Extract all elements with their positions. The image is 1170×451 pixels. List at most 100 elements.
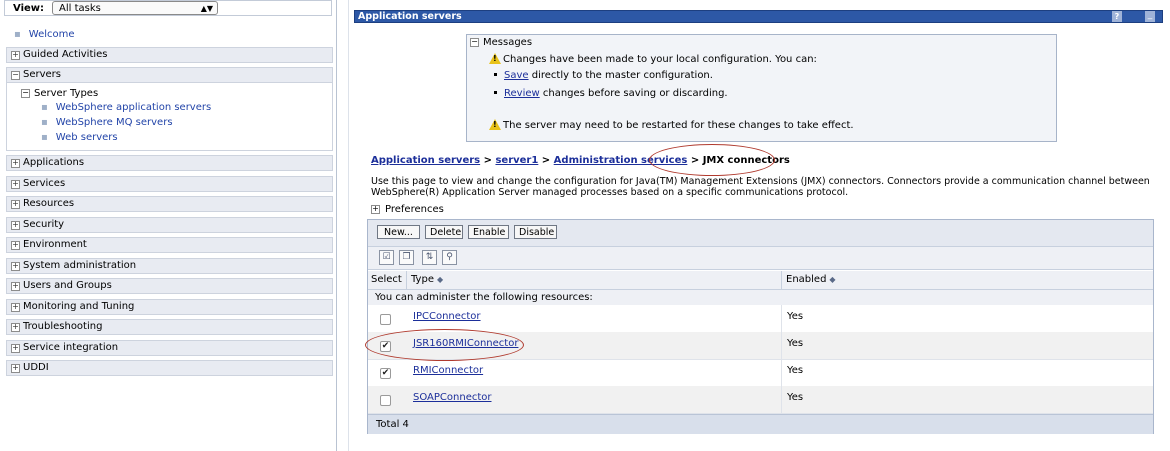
panel-title: Application servers [358, 11, 462, 22]
table-icon-bar: ☑ ❐ ⇅ ⚲ [368, 247, 1153, 270]
expand-icon[interactable]: + [11, 364, 20, 373]
annotation-oval [649, 144, 775, 176]
nav-item-troubleshooting[interactable]: + Troubleshooting [6, 319, 333, 335]
nav-item-label: Environment [23, 239, 87, 250]
nav-item-label: Guided Activities [23, 49, 108, 60]
expand-icon[interactable]: + [11, 200, 20, 209]
nav-item-label: Troubleshooting [23, 321, 103, 332]
show-filter-icon[interactable]: ⇅ [422, 250, 437, 265]
breadcrumb-application-servers[interactable]: Application servers [371, 155, 480, 166]
view-select[interactable]: All tasks ▲▼ [52, 1, 218, 15]
expand-icon[interactable]: + [11, 221, 20, 230]
nav-item-guided-activities[interactable]: + Guided Activities [6, 47, 333, 63]
page-description: Use this page to view and change the con… [371, 176, 1150, 198]
expand-icon[interactable]: + [371, 205, 380, 214]
expand-icon[interactable]: + [11, 241, 20, 250]
row-checkbox[interactable] [380, 395, 391, 406]
view-select-value: All tasks [59, 3, 101, 14]
review-link[interactable]: Review [504, 88, 540, 99]
collapse-icon[interactable]: − [11, 71, 20, 80]
nav-item-applications[interactable]: + Applications [6, 155, 333, 171]
collapse-icon[interactable]: − [21, 89, 30, 98]
nav-item-label: Monitoring and Tuning [23, 301, 135, 312]
message-restart: The server may need to be restarted for … [489, 119, 854, 131]
nav-link-web-servers[interactable]: ▪ Web servers [41, 132, 118, 143]
help-icon[interactable]: ? [1112, 11, 1122, 22]
content-pane: Application servers ? _ −Messages Change… [348, 0, 1170, 451]
nav-item-service-integration[interactable]: + Service integration [6, 340, 333, 356]
table-info-row: You can administer the following resourc… [368, 290, 1153, 305]
nav-item-label: UDDI [23, 362, 49, 373]
sort-icon[interactable]: ◆ [437, 275, 443, 284]
enable-button[interactable]: Enable [468, 225, 509, 239]
panel-title-bar: Application servers ? _ [354, 10, 1163, 23]
column-select: Select [371, 274, 402, 285]
annotation-oval [365, 329, 524, 361]
nav-item-system-administration[interactable]: + System administration [6, 258, 333, 274]
bullet-icon [494, 91, 497, 94]
nav-item-label: Resources [23, 198, 75, 209]
message-changes: Changes have been made to your local con… [489, 53, 817, 65]
collapse-icon[interactable]: − [470, 38, 479, 47]
expand-icon[interactable]: + [11, 159, 20, 168]
messages-header[interactable]: − Messages [470, 37, 532, 48]
warning-icon [489, 119, 501, 130]
nav-link-websphere-mq-servers[interactable]: ▪ WebSphere MQ servers [41, 117, 173, 128]
expand-icon[interactable]: + [11, 180, 20, 189]
expand-icon[interactable]: + [11, 323, 20, 332]
nav-item-users-and-groups[interactable]: + Users and Groups [6, 278, 333, 294]
bullet-icon: ▪ [41, 117, 48, 128]
breadcrumb-server1[interactable]: server1 [495, 155, 538, 166]
nav-item-security[interactable]: + Security [6, 217, 333, 233]
connector-link[interactable]: SOAPConnector [413, 392, 492, 403]
nav-item-label: Services [23, 178, 66, 189]
nav-link-websphere-application-servers[interactable]: ▪ WebSphere application servers [41, 102, 211, 113]
preferences-toggle[interactable]: + Preferences [371, 204, 444, 215]
bullet-icon: ▪ [41, 132, 48, 143]
column-type[interactable]: Type ◆ [411, 274, 443, 285]
row-checkbox[interactable] [380, 314, 391, 325]
deselect-all-icon[interactable]: ❐ [399, 250, 414, 265]
nav-item-resources[interactable]: + Resources [6, 196, 333, 212]
server-types-node[interactable]: − Server Types [21, 88, 98, 99]
select-all-icon[interactable]: ☑ [379, 250, 394, 265]
connector-link[interactable]: IPCConnector [413, 311, 481, 322]
message-save: Save directly to the master configuratio… [494, 70, 713, 81]
minimize-icon[interactable]: _ [1145, 11, 1155, 22]
nav-item-label: Servers [23, 69, 62, 80]
nav-item-label: Applications [23, 157, 85, 168]
disable-button[interactable]: Disable [514, 225, 557, 239]
table-row: ✔ RMIConnector Yes [368, 359, 1153, 387]
delete-button[interactable]: Delete [425, 225, 463, 239]
view-bar: View: All tasks ▲▼ [4, 0, 332, 16]
expand-icon[interactable]: + [11, 344, 20, 353]
servers-subtree: − Server Types ▪ WebSphere application ser… [6, 83, 333, 151]
sort-icon[interactable]: ◆ [829, 275, 835, 284]
nav-item-environment[interactable]: + Environment [6, 237, 333, 253]
nav-item-monitoring-and-tuning[interactable]: + Monitoring and Tuning [6, 299, 333, 315]
message-review: Review changes before saving or discardi… [494, 88, 728, 99]
table-row: SOAPConnector Yes [368, 386, 1153, 414]
messages-box: −Messages Changes have been made to your… [466, 34, 1057, 142]
nav-item-servers[interactable]: − Servers [6, 67, 333, 83]
expand-icon[interactable]: + [11, 282, 20, 291]
save-link[interactable]: Save [504, 70, 529, 81]
bullet-icon: ▪ [14, 29, 21, 40]
enabled-value: Yes [787, 365, 804, 376]
enabled-value: Yes [787, 392, 804, 403]
enabled-value: Yes [787, 311, 804, 322]
expand-icon[interactable]: + [11, 262, 20, 271]
connector-link[interactable]: RMIConnector [413, 365, 483, 376]
expand-icon[interactable]: + [11, 303, 20, 312]
table-total: Total 4 [368, 414, 1153, 434]
row-checkbox[interactable]: ✔ [380, 368, 391, 379]
column-enabled[interactable]: Enabled ◆ [786, 274, 836, 285]
view-label: View: [13, 3, 45, 14]
nav-item-services[interactable]: + Services [6, 176, 333, 192]
new-button[interactable]: New... [377, 225, 420, 239]
expand-icon[interactable]: + [11, 51, 20, 60]
nav-item-label: System administration [23, 260, 137, 271]
clear-filter-icon[interactable]: ⚲ [442, 250, 457, 265]
nav-item-uddi[interactable]: + UDDI [6, 360, 333, 376]
nav-welcome-link[interactable]: ▪ Welcome [14, 29, 75, 40]
